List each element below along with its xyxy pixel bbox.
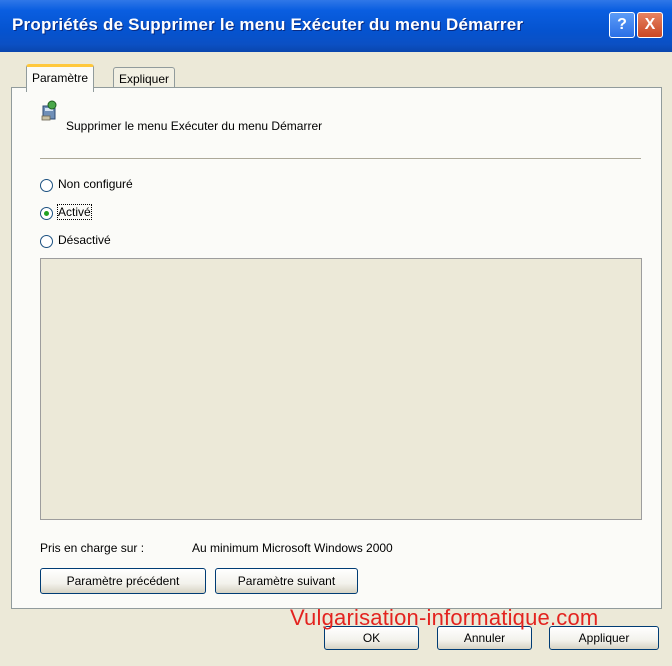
radio-selected-dot-icon <box>44 211 49 216</box>
supported-on-value: Au minimum Microsoft Windows 2000 <box>192 541 393 555</box>
radio-label: Activé <box>57 204 92 220</box>
radio-circle-icon <box>40 207 53 220</box>
next-setting-button[interactable]: Paramètre suivant <box>215 568 358 594</box>
radio-disabled[interactable]: Désactivé <box>40 232 200 252</box>
previous-setting-button[interactable]: Paramètre précédent <box>40 568 206 594</box>
supported-on-label: Pris en charge sur : <box>40 541 145 555</box>
help-button[interactable]: ? <box>609 12 635 38</box>
title-bar[interactable]: Propriétés de Supprimer le menu Exécuter… <box>0 0 672 52</box>
window-title: Propriétés de Supprimer le menu Exécuter… <box>12 15 524 34</box>
close-button[interactable]: X <box>637 12 663 38</box>
options-area <box>40 258 642 520</box>
tab-parametre[interactable]: Paramètre <box>26 64 95 92</box>
radio-circle-icon <box>40 179 53 192</box>
separator-line <box>40 158 641 159</box>
radio-circle-icon <box>40 235 53 248</box>
watermark-text: Vulgarisation-informatique.com <box>290 605 599 630</box>
radio-label: Désactivé <box>58 233 111 247</box>
radio-not-configured[interactable]: Non configuré <box>40 176 200 196</box>
properties-dialog: Propriétés de Supprimer le menu Exécuter… <box>0 0 672 666</box>
policy-setting-icon <box>41 100 57 121</box>
policy-title: Supprimer le menu Exécuter du menu Démar… <box>66 119 323 133</box>
radio-enabled[interactable]: Activé <box>40 204 200 224</box>
radio-label: Non configuré <box>58 177 133 191</box>
